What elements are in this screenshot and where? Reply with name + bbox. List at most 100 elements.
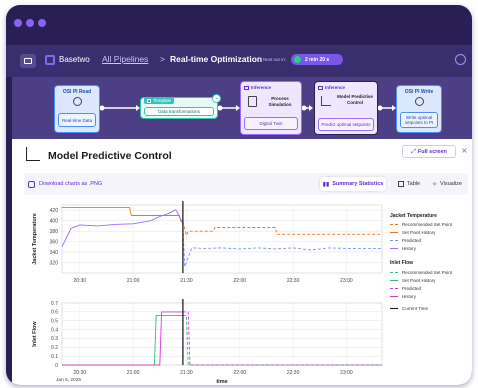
mpc-panel: Model Predictive Control ⤢ Full screen ×… [12, 139, 472, 385]
legend-swatch [390, 288, 398, 289]
inlet-x-tick-label: 21:30 [180, 370, 193, 376]
download-icon [28, 180, 35, 188]
jacket-y-tick-label: 320 [50, 260, 59, 266]
legend-label: Predicted [402, 238, 422, 243]
tab-label: Summary Statistics [332, 181, 384, 187]
window-dot-minimize[interactable] [26, 19, 34, 27]
simulation-icon [248, 96, 257, 107]
jacket-y-tick-label: 340 [50, 250, 59, 256]
jacket-x-tick-label: 20:30 [74, 278, 87, 284]
panel-title: Model Predictive Control [48, 150, 172, 162]
pi-icon [73, 97, 82, 106]
inlet-y-tick-label: 0 [55, 363, 58, 369]
app-window: Basetwo All Pipelines > Real-time Optimi… [6, 5, 472, 385]
node-osi-pi-write[interactable]: OSI PI Write Write optimal setpoints to … [396, 85, 442, 133]
legend-label: History [402, 246, 417, 251]
inference-tag: Inference [244, 85, 271, 90]
inlet-series-set-point-history [62, 314, 183, 366]
inlet-y-tick-label: 0.2 [51, 345, 58, 351]
legend-swatch [390, 272, 398, 273]
node-title: Model Predictive Control [337, 94, 373, 105]
legend-swatch [390, 308, 398, 309]
node-template[interactable]: Template Data transformations ⌄ [140, 94, 221, 119]
legend-label: History [402, 294, 417, 299]
inlet-x-tick-label: 21:00 [127, 370, 140, 376]
inlet-y-tick-label: 0.5 [51, 319, 58, 325]
inlet-plot-frame [61, 302, 383, 366]
tab-summary-statistics[interactable]: ▮▮ Summary Statistics [320, 177, 386, 191]
inlet-x-axis-label: time [216, 379, 227, 385]
next-run-value: 2 min 20 s [305, 56, 330, 63]
node-label: Write optimal setpoints to PI [400, 112, 438, 128]
app-name: Basetwo [59, 55, 90, 64]
tab-label: Visualize [440, 181, 462, 187]
chevron-down-icon[interactable]: ⌄ [212, 94, 221, 103]
jacket-y-tick-label: 360 [50, 239, 59, 245]
node-model-predictive-control[interactable]: Inference Model Predictive Control Predi… [314, 81, 378, 135]
full-screen-button[interactable]: ⤢ Full screen [402, 145, 456, 158]
tab-visualize[interactable]: ✧ Visualize [428, 177, 466, 191]
inlet-y-tick-label: 0.1 [51, 354, 58, 360]
top-bar: Basetwo All Pipelines > Real-time Optimi… [6, 45, 472, 77]
legend-item-jt-recommended: Recommended Set Point [390, 222, 452, 227]
inference-icon [244, 85, 249, 90]
full-screen-label: Full screen [417, 148, 447, 155]
expand-icon: ⤢ [411, 147, 416, 155]
jacket-x-tick-label: 23:00 [340, 278, 353, 284]
window-dot-maximize[interactable] [38, 19, 46, 27]
inference-tag: Inference [318, 85, 345, 90]
legend-swatch [390, 280, 398, 281]
chart-trend-icon [26, 147, 40, 161]
node-process-simulation[interactable]: Inference Process Simulation Digital Twi… [240, 81, 302, 135]
jacket-x-tick-label: 22:30 [287, 278, 300, 284]
node-osi-pi-read[interactable]: OSI PI Read Real-time Data [54, 85, 100, 133]
legend-item-if-setpoint-history: Set Point History [390, 278, 436, 283]
basetwo-logo-icon [45, 55, 55, 65]
legend-label: Set Point History [402, 278, 436, 283]
tab-label: Table [406, 181, 421, 187]
legend-swatch [390, 224, 398, 225]
jacket-y-tick-label: 420 [50, 208, 59, 214]
inlet-x-tick-label: 23:00 [340, 370, 353, 376]
inlet-x-tick-label: 22:00 [234, 370, 247, 376]
close-icon[interactable]: × [461, 146, 468, 155]
inlet-date-label: Jan 5, 2025 [56, 377, 81, 383]
jacket-x-tick-label: 22:00 [234, 278, 247, 284]
legend-item-jt-setpoint-history: Set Point History [390, 230, 436, 235]
pipeline-canvas: OSI PI Read Real-time Data Template Data… [12, 77, 472, 139]
node-label: Digital Twin [244, 117, 298, 130]
table-icon [397, 181, 404, 187]
jacket-x-tick-label: 21:30 [180, 278, 193, 284]
node-label: Predict optimal setpoints [318, 118, 374, 131]
clock-icon [294, 56, 301, 63]
window-dot-close[interactable] [14, 19, 22, 27]
legend-swatch [390, 296, 398, 297]
legend-item-if-recommended: Recommended Set Point [390, 270, 452, 275]
tab-table[interactable]: Table [394, 177, 424, 191]
breadcrumb-all-pipelines[interactable]: All Pipelines [102, 54, 148, 64]
legend-swatch [390, 240, 398, 241]
legend-swatch [390, 248, 398, 249]
chart-trend-icon [321, 96, 331, 106]
page-title: Real-time Optimization [170, 54, 263, 64]
node-tag: Inference [251, 85, 272, 90]
legend-label: Recommended Set Point [402, 270, 453, 275]
screenshot-stage: Basetwo All Pipelines > Real-time Optimi… [0, 0, 478, 388]
node-tag: Inference [325, 85, 346, 90]
jacket-x-tick-label: 21:00 [127, 278, 140, 284]
menu-button[interactable] [20, 54, 36, 68]
user-avatar-icon[interactable] [455, 54, 466, 65]
node-tag: Template [153, 98, 172, 103]
legend-item-jt-history: History [390, 246, 416, 251]
sparkle-icon: ✧ [432, 180, 438, 188]
node-tag: OSI PI Read [62, 89, 92, 95]
download-charts-button[interactable]: Download charts as .PNG [28, 178, 102, 190]
legend-item-jt-predicted: Predicted [390, 238, 421, 243]
bar-chart-icon: ▮▮ [322, 180, 330, 188]
jacket-y-tick-label: 380 [50, 229, 59, 235]
legend-label: Set Point History [402, 230, 436, 235]
template-tag: Template [144, 97, 175, 104]
inlet-y-tick-label: 0.3 [51, 336, 58, 342]
jacket-y-tick-label: 400 [50, 218, 59, 224]
legend-label: Current Time [402, 306, 429, 311]
